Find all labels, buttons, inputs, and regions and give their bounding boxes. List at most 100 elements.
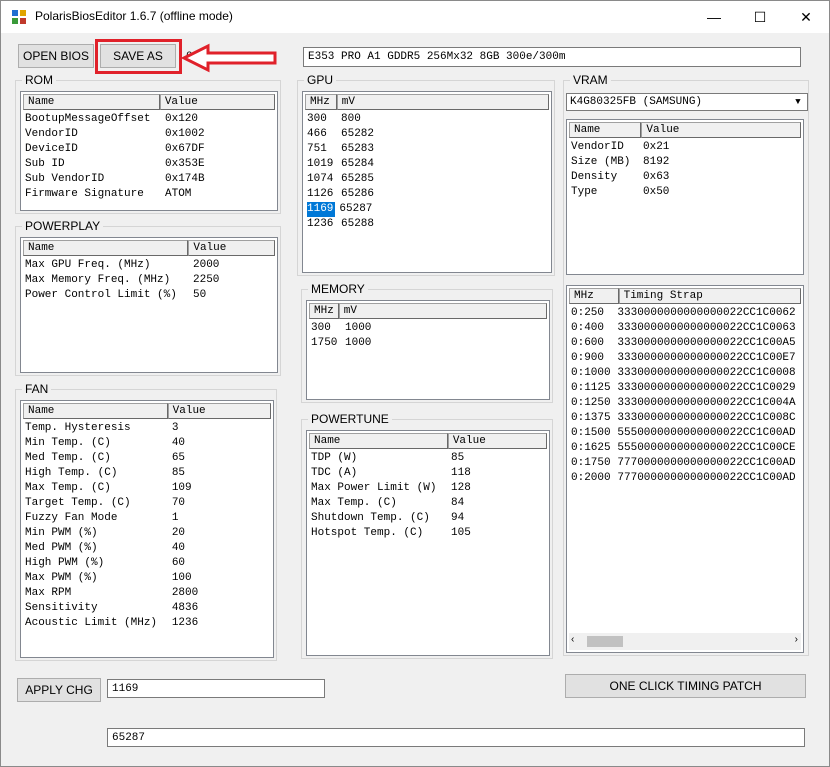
rom-row[interactable]: Sub VendorID 0x174B [25, 172, 275, 187]
powerplay-group: POWERPLAY Name Value Max GPU Freq. (MHz)… [15, 219, 281, 376]
maximize-button[interactable]: ☐ [737, 1, 783, 33]
rom-value-header[interactable]: Value [159, 94, 275, 110]
memory-row[interactable]: 300 1000 [311, 321, 547, 336]
vram-select[interactable]: K4G80325FB (SAMSUNG) ▼ [566, 93, 808, 111]
fan-value-header[interactable]: Value [167, 403, 271, 419]
gpu-row[interactable]: 466 65282 [307, 127, 549, 142]
gpu-row[interactable]: 300 800 [307, 112, 549, 127]
timing-row-name: 0:400 [571, 322, 605, 334]
powertune-row[interactable]: Max Temp. (C) 84 [311, 496, 547, 511]
timing-row[interactable]: 0:900 3330000000000000022CC1C00E7 [571, 351, 803, 366]
one-click-timing-patch-button[interactable]: ONE CLICK TIMING PATCH [565, 674, 806, 698]
rom-list[interactable]: Name Value BootupMessageOffset 0x120 Vendo… [20, 91, 278, 211]
powerplay-list[interactable]: Name Value Max GPU Freq. (MHz) 2000 Max Me… [20, 237, 278, 373]
rom-name-header[interactable]: Name [23, 94, 160, 110]
close-button[interactable]: ✕ [783, 1, 829, 33]
fan-row[interactable]: Max RPM 2800 [25, 586, 271, 601]
timing-row[interactable]: 0:1750 7770000000000000022CC1C00AD [571, 456, 803, 471]
powerplay-name-header[interactable]: Name [23, 240, 189, 256]
fan-row[interactable]: Med Temp. (C) 65 [25, 451, 271, 466]
scrollbar-thumb[interactable] [587, 636, 623, 647]
powerplay-row[interactable]: Power Control Limit (%) 50 [25, 288, 275, 303]
vram-list[interactable]: Name Value VendorID 0x21 Size (MB) 8192 Dens… [566, 119, 804, 275]
fan-name-header[interactable]: Name [23, 403, 168, 419]
fan-row[interactable]: High PWM (%) 60 [25, 556, 271, 571]
timing-row[interactable]: 0:1250 3330000000000000022CC1C004A [571, 396, 803, 411]
memory-mv-header[interactable]: mV [338, 303, 547, 319]
timing-mhz-header[interactable]: MHz [569, 288, 619, 304]
timing-row[interactable]: 0:2000 7770000000000000022CC1C00AD [571, 471, 803, 486]
gpu-row[interactable]: 1126 65286 [307, 187, 549, 202]
timing-strap-header[interactable]: Timing Strap [618, 288, 801, 304]
gpu-row[interactable]: 1074 65285 [307, 172, 549, 187]
rom-row[interactable]: Sub ID 0x353E [25, 157, 275, 172]
fan-list[interactable]: Name Value Temp. Hysteresis 3 Min Temp. (C… [20, 400, 274, 658]
powertune-row[interactable]: Shutdown Temp. (C) 94 [311, 511, 547, 526]
powerplay-row[interactable]: Max Memory Freq. (MHz) 2250 [25, 273, 275, 288]
gpu-row[interactable]: 1019 65284 [307, 157, 549, 172]
powertune-value-header[interactable]: Value [447, 433, 547, 449]
fan-row[interactable]: Temp. Hysteresis 3 [25, 421, 271, 436]
gpu-mhz-header[interactable]: MHz [305, 94, 337, 110]
fan-row[interactable]: Max PWM (%) 100 [25, 571, 271, 586]
vram-row[interactable]: Density 0x63 [571, 170, 801, 185]
fan-row[interactable]: Max Temp. (C) 109 [25, 481, 271, 496]
powertune-row[interactable]: Max Power Limit (W) 128 [311, 481, 547, 496]
powertune-name-header[interactable]: Name [309, 433, 448, 449]
powertune-row[interactable]: TDP (W) 85 [311, 451, 547, 466]
vram-row[interactable]: VendorID 0x21 [571, 140, 801, 155]
timing-row[interactable]: 0:1125 3330000000000000022CC1C0029 [571, 381, 803, 396]
fan-row[interactable]: Min Temp. (C) 40 [25, 436, 271, 451]
scroll-left-icon[interactable]: ‹ [571, 634, 574, 645]
scroll-right-icon[interactable]: › [795, 634, 798, 645]
rom-row[interactable]: BootupMessageOffset 0x120 [25, 112, 275, 127]
timing-row[interactable]: 0:1500 5550000000000000022CC1C00AD [571, 426, 803, 441]
timing-row[interactable]: 0:1375 3330000000000000022CC1C008C [571, 411, 803, 426]
timing-row[interactable]: 0:1000 3330000000000000022CC1C0008 [571, 366, 803, 381]
rom-row[interactable]: VendorID 0x1002 [25, 127, 275, 142]
vram-name-header[interactable]: Name [569, 122, 642, 138]
vram-row[interactable]: Type 0x50 [571, 185, 801, 200]
rom-row[interactable]: Firmware Signature ATOM [25, 187, 275, 202]
fan-row[interactable]: Fuzzy Fan Mode 1 [25, 511, 271, 526]
vram-row-name: Size (MB) [571, 156, 631, 168]
gpu-row[interactable]: 1236 65288 [307, 217, 549, 232]
rom-row[interactable]: DeviceID 0x67DF [25, 142, 275, 157]
fan-row[interactable]: Min PWM (%) 20 [25, 526, 271, 541]
bios-info-field[interactable]: E353 PRO A1 GDDR5 256Mx32 8GB 300e/300m [303, 47, 801, 67]
value-field[interactable]: 65287 [107, 728, 805, 747]
gpu-list[interactable]: MHz mV 300 800 466 65282 751 65283 1019 65284 10… [302, 91, 552, 273]
powerplay-row[interactable]: Max GPU Freq. (MHz) 2000 [25, 258, 275, 273]
chevron-down-icon[interactable]: ▼ [790, 95, 806, 110]
edit-value-field[interactable]: 1169 [107, 679, 325, 698]
gpu-row[interactable]: 751 65283 [307, 142, 549, 157]
fan-row-name: Min Temp. (C) [25, 437, 111, 449]
horizontal-scrollbar[interactable]: ‹ › [569, 633, 801, 650]
memory-row-value: 1000 [345, 337, 372, 349]
fan-row[interactable]: Acoustic Limit (MHz) 1236 [25, 616, 271, 631]
powertune-row[interactable]: Hotspot Temp. (C) 105 [311, 526, 547, 541]
timing-row[interactable]: 0:600 3330000000000000022CC1C00A5 [571, 336, 803, 351]
memory-mhz-header[interactable]: MHz [309, 303, 339, 319]
fan-row[interactable]: Sensitivity 4836 [25, 601, 271, 616]
powertune-row-value: 128 [451, 482, 471, 494]
vram-row[interactable]: Size (MB) 8192 [571, 155, 801, 170]
open-bios-button[interactable]: OPEN BIOS [18, 44, 94, 68]
gpu-row[interactable]: 1169 65287 [307, 202, 549, 217]
gpu-mv-header[interactable]: mV [336, 94, 549, 110]
memory-list[interactable]: MHz mV 300 1000 1750 1000 [306, 300, 550, 400]
apply-changes-button[interactable]: APPLY CHG [17, 678, 101, 702]
timing-row[interactable]: 0:250 3330000000000000022CC1C0062 [571, 306, 803, 321]
timing-strap-list[interactable]: MHz Timing Strap 0:250 333000000000000002… [566, 285, 804, 653]
vram-value-header[interactable]: Value [641, 122, 801, 138]
timing-row[interactable]: 0:400 3330000000000000022CC1C0063 [571, 321, 803, 336]
minimize-button[interactable]: — [691, 1, 737, 33]
timing-row[interactable]: 0:1625 5550000000000000022CC1C00CE [571, 441, 803, 456]
fan-row[interactable]: Target Temp. (C) 70 [25, 496, 271, 511]
powertune-list[interactable]: Name Value TDP (W) 85 TDC (A) 118 Max Power … [306, 430, 550, 656]
powerplay-value-header[interactable]: Value [188, 240, 275, 256]
fan-row[interactable]: High Temp. (C) 85 [25, 466, 271, 481]
memory-row[interactable]: 1750 1000 [311, 336, 547, 351]
powertune-row[interactable]: TDC (A) 118 [311, 466, 547, 481]
fan-row[interactable]: Med PWM (%) 40 [25, 541, 271, 556]
